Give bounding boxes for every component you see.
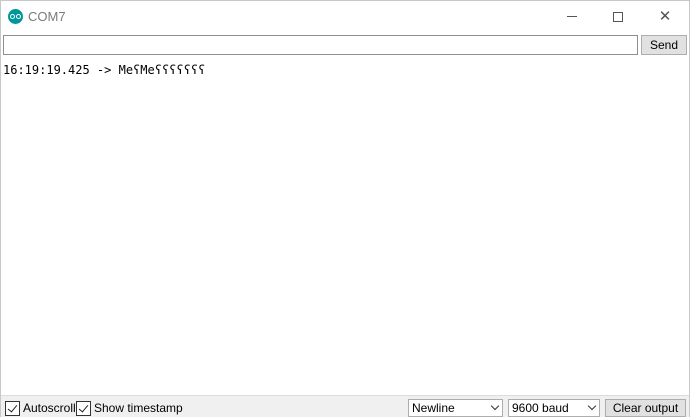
checkmark-icon xyxy=(7,401,18,413)
serial-monitor-window: COM7 ✕ Send 16:19:19.425 -> MeʕMeʕʕʕʕʕʕʕ… xyxy=(0,0,690,417)
chevron-down-icon xyxy=(490,401,500,411)
clear-output-button[interactable]: Clear output xyxy=(605,399,686,417)
send-row: Send xyxy=(1,33,689,57)
checkbox-box[interactable] xyxy=(5,400,20,416)
chevron-down-icon xyxy=(587,401,597,411)
checkmark-icon xyxy=(78,401,89,413)
bottom-bar: Autoscroll Show timestamp Newline 9600 b… xyxy=(1,395,689,417)
title-bar[interactable]: COM7 ✕ xyxy=(1,1,689,32)
serial-input[interactable] xyxy=(3,35,638,55)
autoscroll-label: Autoscroll xyxy=(23,401,76,415)
line-ending-select[interactable]: Newline xyxy=(408,399,503,417)
line-ending-value: Newline xyxy=(412,401,455,415)
baud-rate-select[interactable]: 9600 baud xyxy=(508,399,600,417)
close-button[interactable]: ✕ xyxy=(642,1,688,32)
show-timestamp-label: Show timestamp xyxy=(94,401,183,415)
window-title: COM7 xyxy=(28,9,66,24)
checkbox-box[interactable] xyxy=(76,400,91,416)
send-button[interactable]: Send xyxy=(641,35,687,55)
serial-output-area[interactable]: 16:19:19.425 -> MeʕMeʕʕʕʕʕʕʕ xyxy=(1,59,689,394)
show-timestamp-checkbox[interactable]: Show timestamp xyxy=(76,400,183,416)
close-icon: ✕ xyxy=(658,7,672,25)
output-line: 16:19:19.425 -> MeʕMeʕʕʕʕʕʕʕ xyxy=(3,63,206,77)
arduino-logo-icon xyxy=(8,9,23,24)
minimize-button[interactable] xyxy=(549,1,595,32)
minimize-icon xyxy=(567,16,577,17)
maximize-icon xyxy=(613,11,623,22)
autoscroll-checkbox[interactable]: Autoscroll xyxy=(5,400,76,416)
baud-rate-value: 9600 baud xyxy=(512,401,569,415)
maximize-button[interactable] xyxy=(595,1,641,32)
